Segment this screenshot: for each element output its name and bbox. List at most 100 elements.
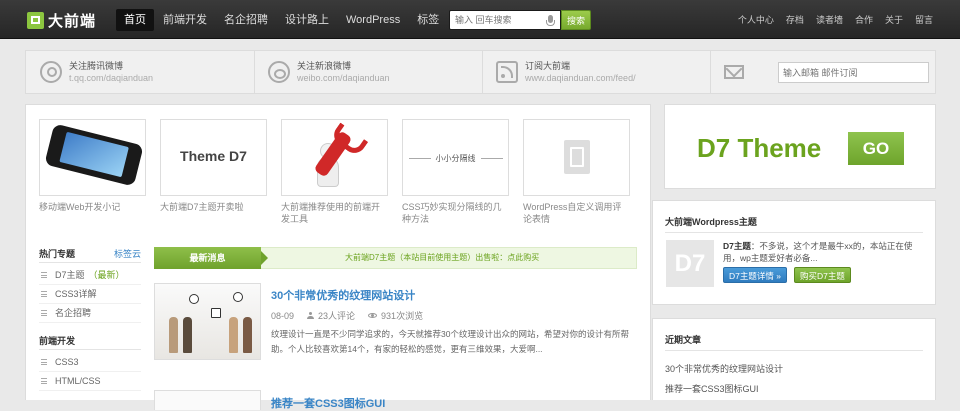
top-navbar: 大前端 首页 前端开发 名企招聘 设计路上 WordPress 标签 搜索 个人… [0,0,960,39]
topic-label: CSS3详解 [55,288,97,299]
d7-logo[interactable]: D7 [666,240,714,287]
image-text: 小小分隔线 [403,153,508,164]
decor-frame [189,294,199,304]
topic-item[interactable]: D7主题 （最新） [39,266,141,285]
microphone-icon[interactable] [546,15,555,26]
comment-count[interactable]: 23人评论 [307,309,355,322]
nav-link-guestbook[interactable]: 留言 [915,13,933,26]
featured-post[interactable]: Theme D7 大前端D7主题开卖啦 [160,119,267,213]
figure-illustration [169,317,178,353]
follow-sina-weibo[interactable]: 关注新浪微博 weibo.com/daqianduan [268,51,390,93]
dev-item[interactable]: CSS3 [39,353,141,372]
site-logo[interactable]: 大前端 [27,9,96,31]
topics-title: 热门专题 [39,249,76,259]
topic-label: 名企招聘 [55,307,92,318]
nav-item-tags[interactable]: 标签 [409,9,447,31]
featured-caption[interactable]: WordPress自定义调用评论表情 [523,201,630,225]
article-title[interactable]: 推荐一套CSS3图标GUI [271,395,385,411]
figure-illustration [183,317,192,353]
tencent-weibo-icon [40,61,62,83]
follow-title: 关注腾讯微博 [69,61,124,71]
phone-image [44,123,144,187]
dev-item[interactable]: HTML/CSS [39,372,141,391]
left-sidebar: 热门专题 标签云 D7主题 （最新） CSS3详解 名企招聘 前端开发 CSS3… [39,245,141,391]
user-icon [307,312,315,319]
nav-item-jobs[interactable]: 名企招聘 [216,9,276,31]
featured-image[interactable]: Theme D7 [160,119,267,196]
list-icon [41,310,47,316]
featured-caption[interactable]: 大前端推荐使用的前端开发工具 [281,201,388,225]
follow-url: t.qq.com/daqianduan [69,73,154,83]
decor-frame [233,292,243,302]
featured-caption[interactable]: 大前端D7主题开卖啦 [160,201,267,213]
nav-link-readers[interactable]: 读者墙 [816,13,843,26]
divider [482,51,483,93]
search-button[interactable]: 搜索 [561,10,591,30]
featured-caption[interactable]: CSS巧妙实现分隔线的几种方法 [402,201,509,225]
view-count: 931次浏览 [368,309,423,322]
list-icon [41,272,47,278]
nav-item-design[interactable]: 设计路上 [277,9,337,31]
decor-frame [211,308,221,318]
follow-title: 订阅大前端 [525,61,571,71]
nav-item-wordpress[interactable]: WordPress [338,9,408,31]
view-label: 931次浏览 [381,311,424,321]
list-icon [41,378,47,384]
dev-title: 前端开发 [39,336,76,346]
divider [710,51,711,93]
topic-item[interactable]: CSS3详解 [39,285,141,304]
go-button[interactable]: GO [848,132,904,165]
news-ticker: 最新消息 大前端D7主题（本站目前使用主题）出售啦：点此购买 [154,247,637,269]
article-thumbnail[interactable] [154,283,261,360]
topic-label: D7主题 [55,269,85,280]
featured-caption[interactable]: 移动端Web开发小记 [39,201,146,213]
buy-theme-button[interactable]: 购买D7主题 [794,267,851,283]
email-subscribe [724,51,751,93]
nav-link-profile[interactable]: 个人中心 [738,13,774,26]
article-thumbnail[interactable] [154,390,261,410]
theme-desc: ：不多说，这个才是最牛xx的，本站正在使用，wp主题爱好者必备... [723,241,913,263]
follow-url: www.daqianduan.com/feed/ [525,73,636,83]
main-nav: 首页 前端开发 名企招聘 设计路上 WordPress 标签 [116,9,448,31]
nav-link-archive[interactable]: 存档 [786,13,804,26]
news-link[interactable]: 大前端D7主题（本站目前使用主题）出售啦：点此购买 [345,248,539,268]
rss-icon [496,61,518,83]
recent-post-link[interactable]: 30个非常优秀的纹理网站设计 [665,362,783,375]
document-icon [564,140,590,174]
user-nav: 个人中心 存档 读者墙 合作 关于 留言 [726,0,933,39]
mail-icon [724,65,744,79]
follow-title: 关注新浪微博 [297,61,352,71]
topic-item[interactable]: 名企招聘 [39,304,141,323]
widget-title: 近期文章 [665,335,702,345]
new-badge: （最新） [88,269,125,280]
nav-link-about[interactable]: 关于 [885,13,903,26]
nav-link-cooperation[interactable]: 合作 [855,13,873,26]
recent-post-link[interactable]: 推荐一套CSS3图标GUI [665,382,759,395]
d7-theme-banner[interactable]: D7 Theme GO [664,104,936,189]
nav-item-frontend[interactable]: 前端开发 [155,9,215,31]
featured-image[interactable] [281,119,388,196]
topics-header: 热门专题 标签云 [39,245,141,263]
theme-name: D7主题 [723,241,751,251]
featured-post[interactable]: 大前端推荐使用的前端开发工具 [281,119,388,225]
featured-post[interactable]: 小小分隔线 CSS巧妙实现分隔线的几种方法 [402,119,509,225]
featured-image[interactable]: 小小分隔线 [402,119,509,196]
news-tab: 最新消息 [154,247,268,269]
list-icon [41,359,47,365]
article-title[interactable]: 30个非常优秀的纹理网站设计 [271,287,415,303]
follow-rss[interactable]: 订阅大前端 www.daqianduan.com/feed/ [496,51,636,93]
tag-cloud-link[interactable]: 标签云 [114,247,141,260]
search-input[interactable] [450,11,538,29]
featured-post[interactable]: WordPress自定义调用评论表情 [523,119,630,225]
subscribe-email-input[interactable] [778,62,929,83]
follow-tencent-weibo[interactable]: 关注腾讯微博 t.qq.com/daqianduan [40,51,153,93]
theme-details-button[interactable]: D7主题详情 » [723,267,787,283]
featured-image[interactable] [39,119,146,196]
featured-image[interactable] [523,119,630,196]
nav-item-home[interactable]: 首页 [116,9,154,31]
sina-weibo-icon [268,61,290,83]
main-content: 移动端Web开发小记 Theme D7 大前端D7主题开卖啦 大前端推荐使用的前… [25,104,651,410]
featured-post[interactable]: 移动端Web开发小记 [39,119,146,213]
wordpress-theme-widget: 大前端Wordpress主题 D7 D7主题：不多说，这个才是最牛xx的，本站正… [652,200,936,305]
comment-label: 23人评论 [318,311,356,321]
